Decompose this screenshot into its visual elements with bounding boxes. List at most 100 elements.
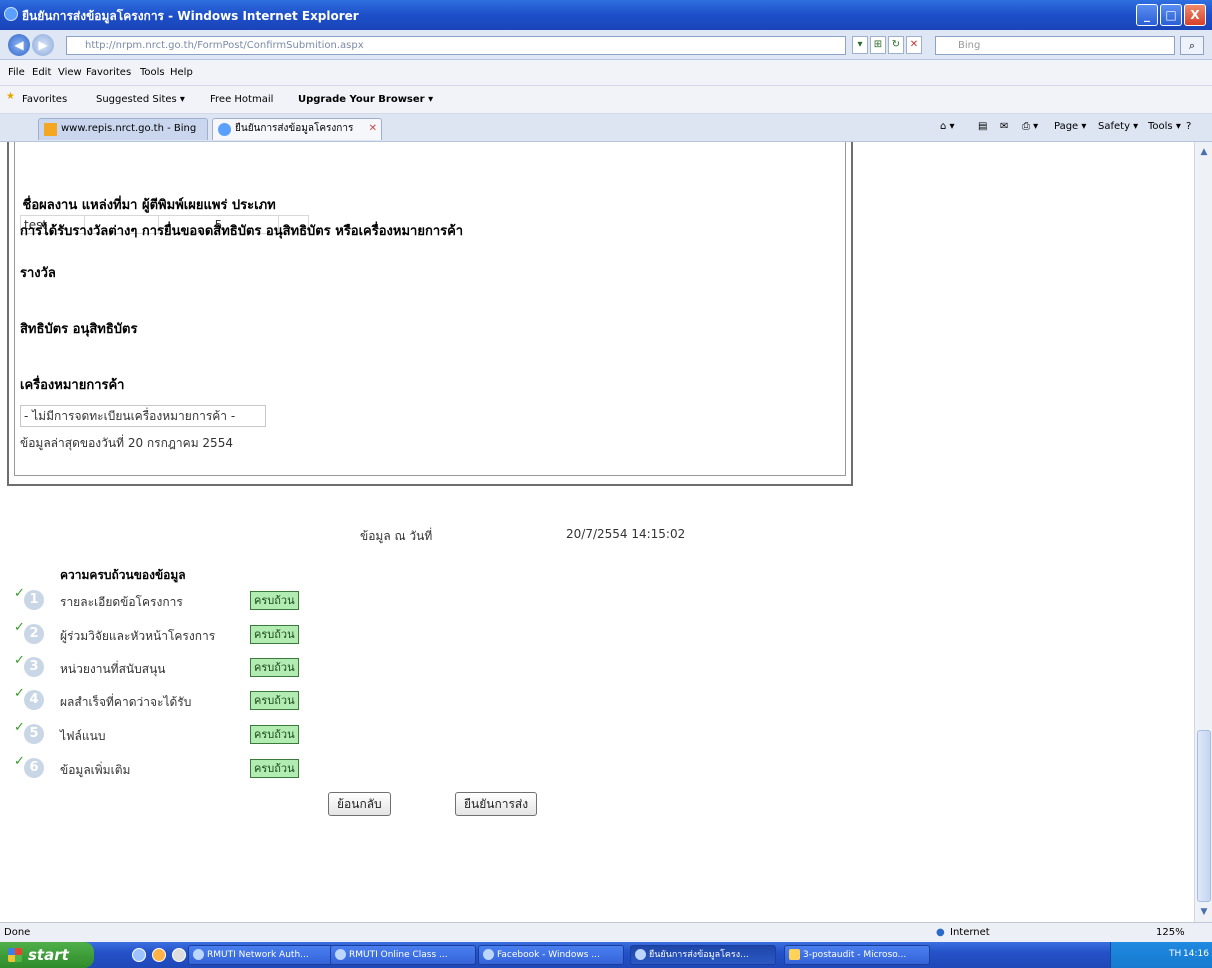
step-label: ผู้ร่วมวิจัยและหัวหน้าโครงการ bbox=[60, 629, 216, 643]
title-bar: ยืนยันการส่งข้อมูลโครงการ - Windows Inte… bbox=[0, 0, 1212, 30]
fav-suggested-sites[interactable]: Suggested Sites ▾ bbox=[96, 94, 185, 105]
search-icon[interactable]: ⌕ bbox=[1180, 36, 1204, 55]
status-badge: ครบถ้วน bbox=[250, 759, 299, 778]
step-label: ข้อมูลเพิ่มเติม bbox=[60, 763, 131, 777]
menu-help[interactable]: Help bbox=[170, 67, 193, 78]
menu-bar: File Edit View Favorites Tools Help bbox=[0, 60, 1212, 86]
tab-label: www.repis.nrct.go.th - Bing bbox=[61, 123, 197, 134]
zoom-level[interactable]: 125% bbox=[1156, 927, 1185, 938]
step-number-icon: 1 bbox=[24, 590, 44, 610]
language-indicator[interactable]: TH bbox=[1169, 949, 1181, 959]
powerpoint-icon bbox=[789, 949, 800, 960]
awards-heading: การได้รับรางวัลต่างๆ การยื่นขอจดสิทธิบัต… bbox=[20, 224, 464, 239]
taskbar-item[interactable]: ยืนยันการส่งข้อมูลโครง... bbox=[630, 945, 776, 965]
taskbar-item[interactable]: RMUTI Network Auth... bbox=[188, 945, 334, 965]
taskbar: start RMUTI Network Auth... RMUTI Online… bbox=[0, 942, 1212, 968]
stop-icon[interactable]: ✕ bbox=[906, 36, 922, 54]
status-badge: ครบถ้วน bbox=[250, 725, 299, 744]
menu-tools[interactable]: Tools bbox=[140, 67, 165, 78]
step-number-icon: 3 bbox=[24, 657, 44, 677]
compat-icon[interactable]: ⊞ bbox=[870, 36, 886, 54]
status-badge: ครบถ้วน bbox=[250, 625, 299, 644]
status-badge: ครบถ้วน bbox=[250, 658, 299, 677]
safety-menu[interactable]: Safety ▾ bbox=[1098, 121, 1138, 132]
windows-logo-icon bbox=[8, 948, 22, 962]
taskbar-item[interactable]: RMUTI Online Class ... bbox=[330, 945, 476, 965]
firefox-quicklaunch-icon[interactable] bbox=[152, 948, 166, 962]
updated-date: ข้อมูลล่าสุดของวันที่ 20 กรกฎาคม 2554 bbox=[20, 436, 233, 450]
step-item[interactable]: ✓ 3 หน่วยงานที่สนับสนุน ครบถ้วน bbox=[14, 653, 314, 681]
fav-free-hotmail[interactable]: Free Hotmail bbox=[210, 94, 273, 105]
ie-icon bbox=[335, 949, 346, 960]
start-label: start bbox=[28, 946, 69, 964]
ie-icon bbox=[4, 7, 18, 21]
taskbar-item[interactable]: Facebook - Windows ... bbox=[478, 945, 624, 965]
ie-icon bbox=[635, 949, 646, 960]
trademark-label: เครื่องหมายการค้า bbox=[20, 378, 125, 393]
scroll-down-icon[interactable]: ▼ bbox=[1196, 904, 1212, 920]
step-label: ผลสำเร็จที่คาดว่าจะได้รับ bbox=[60, 695, 192, 709]
ie-icon bbox=[483, 949, 494, 960]
task-label: RMUTI Network Auth... bbox=[207, 950, 309, 960]
step-number-icon: 6 bbox=[24, 758, 44, 778]
back-button[interactable]: ย้อนกลับ bbox=[328, 792, 391, 816]
scroll-thumb[interactable] bbox=[1197, 730, 1211, 902]
tab-bing[interactable]: www.repis.nrct.go.th - Bing bbox=[38, 118, 208, 140]
globe-icon: ● bbox=[936, 927, 945, 938]
trademark-value: - ไม่มีการจดทะเบียนเครื่องหมายการค้า - bbox=[20, 405, 266, 427]
mail-icon[interactable]: ✉ bbox=[1000, 121, 1008, 132]
chrome-quicklaunch-icon[interactable] bbox=[172, 948, 186, 962]
step-number-icon: 5 bbox=[24, 724, 44, 744]
back-nav-icon[interactable]: ◀ bbox=[8, 34, 30, 56]
menu-edit[interactable]: Edit bbox=[32, 67, 51, 78]
task-label: RMUTI Online Class ... bbox=[349, 950, 448, 960]
feeds-icon[interactable]: ▤ bbox=[978, 121, 987, 132]
step-item[interactable]: ✓ 1 รายละเอียดข้อโครงการ ครบถ้วน bbox=[14, 586, 314, 614]
menu-file[interactable]: File bbox=[8, 67, 25, 78]
search-input[interactable]: Bing bbox=[935, 36, 1175, 55]
star-icon: ★ bbox=[6, 91, 15, 102]
step-item[interactable]: ✓ 5 ไฟล์แนบ ครบถ้วน bbox=[14, 720, 314, 748]
timestamp-label: ข้อมูล ณ วันที่ bbox=[360, 529, 433, 543]
award-label: รางวัล bbox=[20, 266, 56, 281]
timestamp-value: 20/7/2554 14:15:02 bbox=[566, 527, 686, 541]
forward-nav-icon[interactable]: ▶ bbox=[32, 34, 54, 56]
zone-text: Internet bbox=[950, 927, 990, 938]
step-label: ไฟล์แนบ bbox=[60, 729, 106, 743]
help-icon[interactable]: ? bbox=[1186, 121, 1191, 132]
tab-close-icon[interactable]: ✕ bbox=[369, 119, 377, 139]
tools-menu[interactable]: Tools ▾ bbox=[1148, 121, 1181, 132]
dropdown-icon[interactable]: ▾ bbox=[852, 36, 868, 54]
favorites-button[interactable]: Favorites bbox=[22, 94, 67, 105]
favorites-bar: ★ Favorites Suggested Sites ▾ Free Hotma… bbox=[0, 86, 1212, 114]
scroll-up-icon[interactable]: ▲ bbox=[1196, 144, 1212, 160]
minimize-button[interactable]: _ bbox=[1136, 4, 1158, 26]
close-button[interactable]: X bbox=[1184, 4, 1206, 26]
status-badge: ครบถ้วน bbox=[250, 691, 299, 710]
print-icon[interactable]: ⎙ ▾ bbox=[1022, 121, 1038, 132]
status-text: Done bbox=[4, 927, 31, 938]
patent-label: สิทธิบัตร อนุสิทธิบัตร bbox=[20, 322, 138, 337]
fav-upgrade-browser[interactable]: Upgrade Your Browser ▾ bbox=[298, 94, 433, 105]
refresh-icon[interactable]: ↻ bbox=[888, 36, 904, 54]
maximize-button[interactable]: □ bbox=[1160, 4, 1182, 26]
start-button[interactable]: start bbox=[0, 942, 94, 968]
address-bar: ◀ ▶ http://nrpm.nrct.go.th/FormPost/Conf… bbox=[0, 30, 1212, 60]
menu-favorites[interactable]: Favorites bbox=[86, 67, 131, 78]
task-label: Facebook - Windows ... bbox=[497, 950, 600, 960]
menu-view[interactable]: View bbox=[58, 67, 82, 78]
tab-label: ยืนยันการส่งข้อมูลโครงการ bbox=[235, 123, 354, 134]
step-number-icon: 2 bbox=[24, 624, 44, 644]
page-menu[interactable]: Page ▾ bbox=[1054, 121, 1086, 132]
step-item[interactable]: ✓ 2 ผู้ร่วมวิจัยและหัวหน้าโครงการ ครบถ้ว… bbox=[14, 620, 314, 648]
vertical-scrollbar[interactable]: ▲ ▼ bbox=[1194, 142, 1212, 922]
taskbar-item[interactable]: 3-postaudit - Microso... bbox=[784, 945, 930, 965]
ie-icon bbox=[193, 949, 204, 960]
ie-quicklaunch-icon[interactable] bbox=[132, 948, 146, 962]
step-item[interactable]: ✓ 6 ข้อมูลเพิ่มเติม ครบถ้วน bbox=[14, 754, 314, 782]
home-icon[interactable]: ⌂ ▾ bbox=[940, 121, 955, 132]
confirm-submit-button[interactable]: ยืนยันการส่ง bbox=[455, 792, 538, 816]
address-input[interactable]: http://nrpm.nrct.go.th/FormPost/ConfirmS… bbox=[66, 36, 846, 55]
step-item[interactable]: ✓ 4 ผลสำเร็จที่คาดว่าจะได้รับ ครบถ้วน bbox=[14, 686, 314, 714]
tab-confirm[interactable]: ยืนยันการส่งข้อมูลโครงการ ✕ bbox=[212, 118, 382, 140]
